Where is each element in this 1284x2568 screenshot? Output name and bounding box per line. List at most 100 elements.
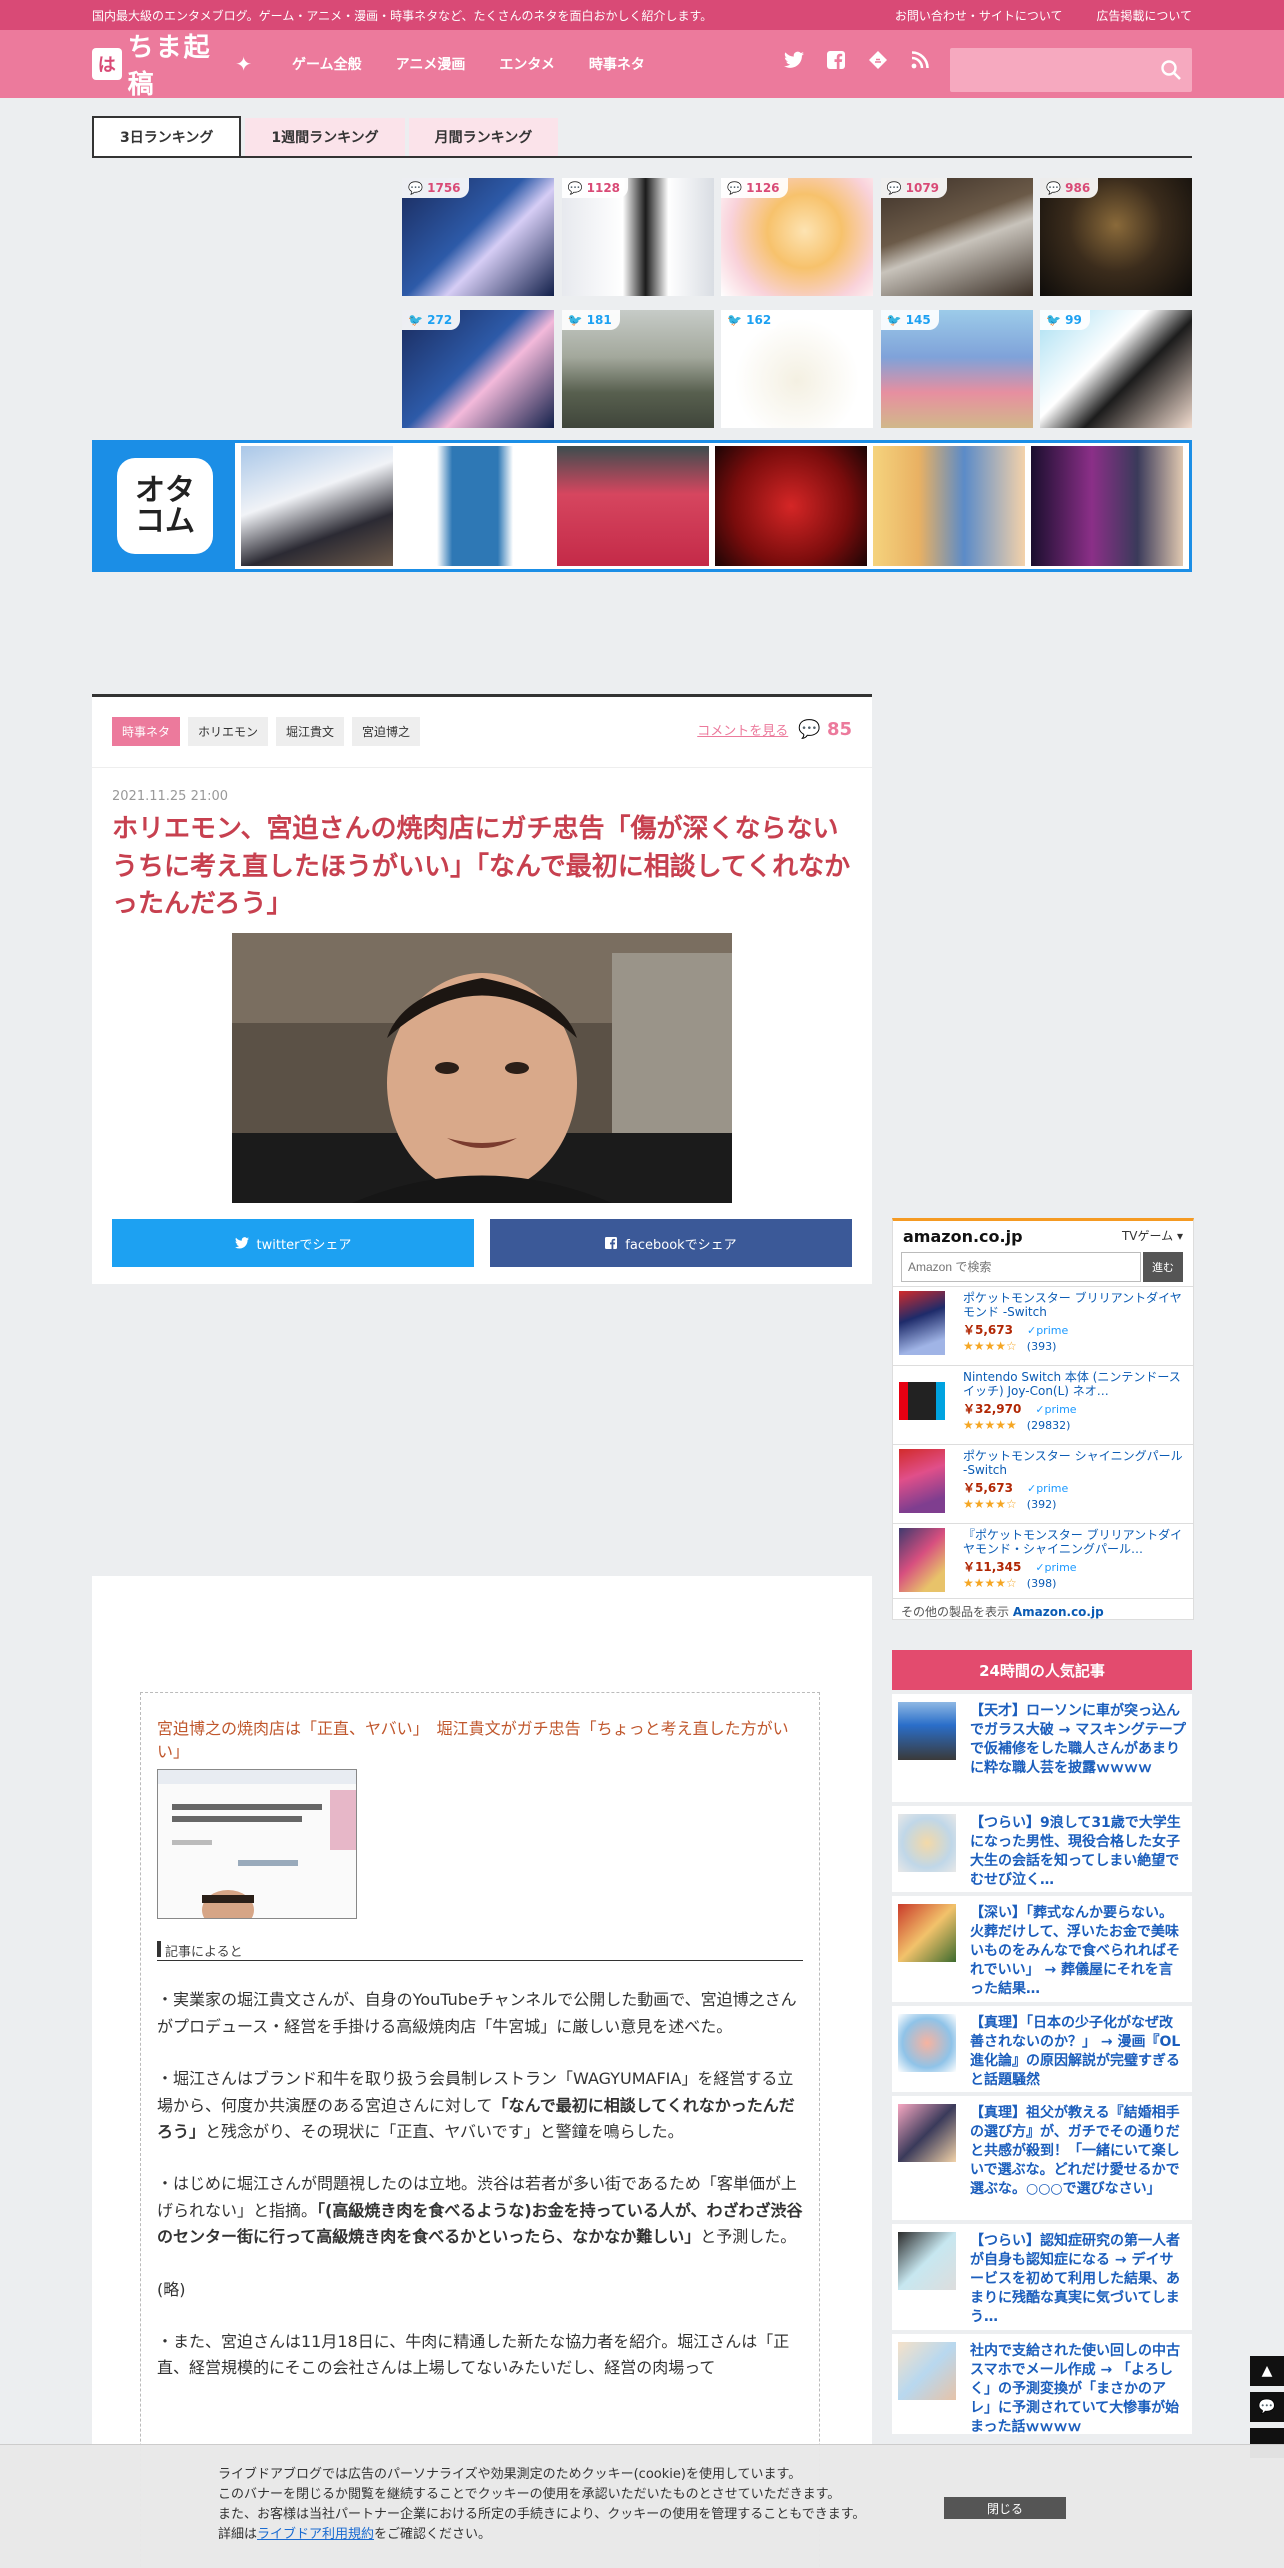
- popular-item[interactable]: 【深い】「葬式なんか要らない。火葬だけして、浮いたお金で美味いものをみんなで食べ…: [892, 1896, 1192, 2002]
- otacom-logo[interactable]: オタ コム: [95, 443, 235, 569]
- ranking-comment-row: 💬 1756 💬 1128 💬 1126 💬 1079 💬 986: [402, 178, 1192, 296]
- otacom-thumbs: [241, 446, 1189, 566]
- otacom-thumb[interactable]: [715, 446, 867, 566]
- twitter-icon[interactable]: [780, 50, 808, 78]
- cookie-close-button[interactable]: 閉じる: [944, 2497, 1066, 2519]
- comment-jump-button[interactable]: 💬: [1250, 2392, 1284, 2422]
- otacom-thumb[interactable]: [557, 446, 709, 566]
- ranking-thumb[interactable]: 🐦 162: [721, 310, 873, 428]
- scroll-top-button[interactable]: ▲: [1250, 2356, 1284, 2386]
- rss-icon[interactable]: [906, 50, 934, 78]
- ranking-thumb[interactable]: 💬 986: [1040, 178, 1192, 296]
- tag-category[interactable]: 時事ネタ: [112, 717, 181, 746]
- review-count[interactable]: (398): [1027, 1577, 1057, 1590]
- tweet-count-badge: 🐦 181: [561, 310, 620, 330]
- share-facebook-button[interactable]: facebookでシェア: [490, 1219, 852, 1267]
- popular-item[interactable]: 【真理】祖父が教える『結婚相手の選び方』が、ガチでその通りだと共感が殺到！「一緒…: [892, 2096, 1192, 2220]
- nav-entame[interactable]: エンタメ: [499, 54, 555, 74]
- source-thumbnail[interactable]: [157, 1769, 357, 1920]
- site-logo[interactable]: は ちま起稿 ✦: [92, 27, 252, 101]
- article-hero-image: [232, 933, 732, 1203]
- amazon-item[interactable]: ポケットモンスター ブリリアントダイヤモンド -Switch ￥5,673 ✓pr…: [893, 1286, 1193, 1361]
- search-icon[interactable]: [1160, 59, 1182, 81]
- comment-link-text[interactable]: コメントを見る: [697, 720, 788, 739]
- ranking-thumb[interactable]: 💬 1126: [721, 178, 873, 296]
- popular-item[interactable]: 【天才】ローソンに車が突っ込んでガラス大破 → マスキングテープで仮補修をした職…: [892, 1694, 1192, 1802]
- nav-game[interactable]: ゲーム全般: [292, 54, 362, 74]
- ranking-thumb[interactable]: 💬 1079: [880, 178, 1033, 296]
- amazon-search-input[interactable]: [901, 1252, 1141, 1282]
- logo-badge: は: [92, 48, 122, 80]
- popular-title[interactable]: 【天才】ローソンに車が突っ込んでガラス大破 → マスキングテープで仮補修をした職…: [970, 1702, 1186, 1794]
- amazon-logo[interactable]: amazon.co.jp: [903, 1227, 1023, 1246]
- tag[interactable]: 堀江貴文: [276, 717, 345, 746]
- otacom-thumb[interactable]: [241, 446, 393, 566]
- rating-stars: ★★★★☆: [963, 1576, 1017, 1590]
- nav-news[interactable]: 時事ネタ: [589, 54, 645, 74]
- popular-title[interactable]: 社内で支給された使い回しの中古スマホでメール作成 → 「よろしく」の予測変換が「…: [970, 2342, 1186, 2435]
- otacom-thumb[interactable]: [1031, 446, 1183, 566]
- product-price: ￥5,673: [963, 1323, 1013, 1337]
- rating-stars: ★★★★★: [963, 1418, 1017, 1432]
- product-price: ￥11,345: [963, 1560, 1022, 1574]
- facebook-icon[interactable]: [822, 50, 850, 78]
- amazon-item[interactable]: ポケットモンスター シャイニングパール -Switch ￥5,673 ✓prime…: [893, 1444, 1193, 1519]
- contact-link[interactable]: お問い合わせ・サイトについて: [895, 9, 1063, 23]
- ranking-thumb[interactable]: 🐦 181: [561, 310, 714, 428]
- otacom-banner[interactable]: オタ コム: [92, 440, 1192, 572]
- product-name[interactable]: Nintendo Switch 本体 (ニンテンドースイッチ) Joy-Con(…: [963, 1370, 1187, 1400]
- popular-title[interactable]: 【真理】「日本の少子化がなぜ改善されないのか？」 → 漫画『OL進化論』の原因解…: [970, 2014, 1186, 2088]
- tab-3day[interactable]: 3日ランキング: [92, 116, 242, 156]
- product-price: ￥5,673: [963, 1481, 1013, 1495]
- feedly-icon[interactable]: [864, 50, 892, 78]
- tag[interactable]: ホリエモン: [188, 717, 269, 746]
- source-link[interactable]: 宮迫博之の焼肉店は「正直、ヤバい」 堀江貴文がガチ忠告「ちょっと考え直した方がい…: [157, 1717, 803, 1763]
- chevron-up-icon: ▲: [1261, 2363, 1273, 2379]
- article-card: 時事ネタ ホリエモン 堀江貴文 宮迫博之 コメントを見る 💬 85 2021.1…: [92, 694, 872, 1284]
- otacom-thumb[interactable]: [873, 446, 1025, 566]
- popular-thumb: [898, 1814, 956, 1872]
- ad-link[interactable]: 広告掲載について: [1096, 9, 1192, 23]
- tab-month[interactable]: 月間ランキング: [408, 118, 559, 156]
- ranking-thumb[interactable]: 💬 1756: [402, 178, 554, 296]
- product-name[interactable]: ポケットモンスター シャイニングパール -Switch: [963, 1449, 1187, 1479]
- otacom-thumb[interactable]: [399, 446, 551, 566]
- popular-item[interactable]: 【つらい】認知症研究の第一人者が自身も認知症になる → デイサービスを初めて利用…: [892, 2224, 1192, 2330]
- share-twitter-button[interactable]: twitterでシェア: [112, 1219, 474, 1267]
- nav-anime[interactable]: アニメ漫画: [396, 54, 466, 74]
- product-name[interactable]: 『ポケットモンスター ブリリアントダイヤモンド・シャイニングパール…: [963, 1528, 1187, 1558]
- amazon-category-select[interactable]: TVゲーム ▾: [1122, 1227, 1183, 1246]
- popular-title[interactable]: 【深い】「葬式なんか要らない。火葬だけして、浮いたお金で美味いものをみんなで食べ…: [970, 1904, 1186, 1997]
- amazon-item[interactable]: Nintendo Switch 本体 (ニンテンドースイッチ) Joy-Con(…: [893, 1365, 1193, 1440]
- product-name[interactable]: ポケットモンスター ブリリアントダイヤモンド -Switch: [963, 1291, 1187, 1321]
- prime-badge: ✓prime: [1035, 1561, 1077, 1574]
- popular-title[interactable]: 【つらい】9浪して31歳で大学生になった男性、現役合格した女子大生の会話を知って…: [970, 1814, 1186, 1888]
- popular-item[interactable]: 【真理】「日本の少子化がなぜ改善されないのか？」 → 漫画『OL進化論』の原因解…: [892, 2006, 1192, 2092]
- popular-item[interactable]: 【つらい】9浪して31歳で大学生になった男性、現役合格した女子大生の会話を知って…: [892, 1806, 1192, 1892]
- review-count[interactable]: (393): [1027, 1340, 1057, 1353]
- tag[interactable]: 宮迫博之: [352, 717, 421, 746]
- logo-text: ちま起稿: [127, 33, 212, 100]
- cookie-banner: ライブドアブログでは広告のパーソナライズや効果測定のためクッキー(cookie)…: [0, 2444, 1284, 2568]
- ranking-thumb[interactable]: 🐦 145: [880, 310, 1033, 428]
- review-count[interactable]: (29832): [1027, 1419, 1071, 1432]
- popular-thumb: [898, 1904, 956, 1962]
- review-count[interactable]: (392): [1027, 1498, 1057, 1511]
- amazon-more-link[interactable]: その他の製品を表示 Amazon.co.jp: [893, 1598, 1193, 1624]
- popular-title[interactable]: 【真理】祖父が教える『結婚相手の選び方』が、ガチでその通りだと共感が殺到！「一緒…: [970, 2104, 1186, 2212]
- article-tags: 時事ネタ ホリエモン 堀江貴文 宮迫博之: [112, 717, 428, 746]
- chevron-down-icon: ▾: [1176, 1229, 1183, 1243]
- terms-link[interactable]: ライブドア利用規約: [257, 2527, 374, 2542]
- search-input[interactable]: [950, 48, 1150, 92]
- prime-badge: ✓prime: [1026, 1482, 1069, 1495]
- popular-title[interactable]: 【つらい】認知症研究の第一人者が自身も認知症になる → デイサービスを初めて利用…: [970, 2232, 1186, 2325]
- ranking-thumb[interactable]: 💬 1128: [561, 178, 714, 296]
- popular-item[interactable]: 社内で支給された使い回しの中古スマホでメール作成 → 「よろしく」の予測変換が「…: [892, 2334, 1192, 2435]
- twitter-icon: [234, 1237, 249, 1249]
- amazon-item[interactable]: 『ポケットモンスター ブリリアントダイヤモンド・シャイニングパール… ￥11,3…: [893, 1523, 1193, 1598]
- ranking-thumb[interactable]: 🐦 272: [402, 310, 554, 428]
- ranking-thumb[interactable]: 🐦 99: [1040, 310, 1192, 428]
- tab-1week[interactable]: 1週間ランキング: [245, 118, 405, 156]
- amazon-search-button[interactable]: 進む: [1143, 1252, 1183, 1282]
- comment-link[interactable]: コメントを見る 💬 85: [697, 719, 852, 740]
